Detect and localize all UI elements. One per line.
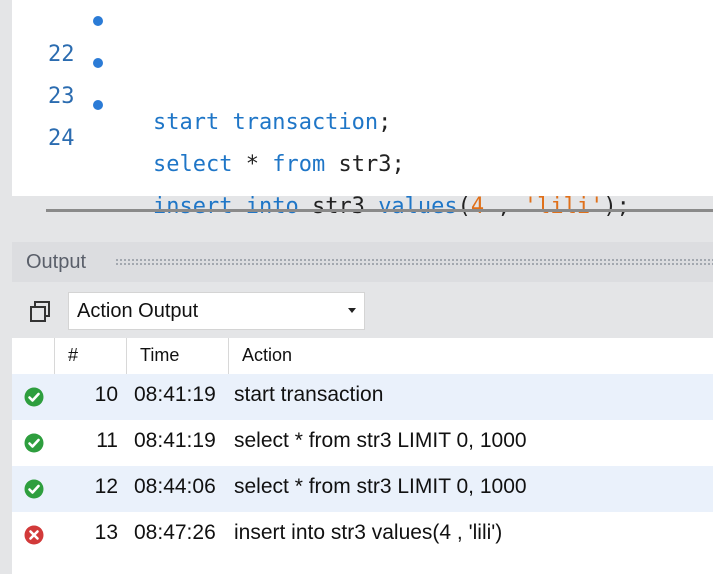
panel-splitter[interactable]: [46, 209, 713, 212]
dot-icon[interactable]: [93, 100, 103, 110]
code-token: select: [153, 152, 233, 177]
code-token: (: [457, 194, 471, 219]
x-circle-icon: [24, 525, 44, 545]
dot-icon[interactable]: [93, 58, 103, 68]
check-circle-icon: [24, 433, 44, 453]
drag-grip[interactable]: [115, 258, 713, 266]
code-line[interactable]: 23 select * from str3;: [12, 46, 713, 177]
code-token: ,: [484, 194, 524, 219]
grid-header: # Time Action: [12, 338, 713, 375]
column-header-number[interactable]: #: [68, 345, 78, 366]
row-number: 12: [94, 475, 118, 498]
code-line[interactable]: 24 insert into str3 values(4 , 'lili');: [12, 88, 713, 219]
table-row[interactable]: 11 08:41:19 select * from str3 LIMIT 0, …: [12, 420, 713, 466]
chevron-down-icon[interactable]: [345, 303, 359, 317]
code-token: *: [232, 152, 273, 177]
row-time: 08:41:19: [134, 429, 216, 452]
code-token: );: [603, 194, 630, 219]
column-header-time[interactable]: Time: [140, 345, 179, 366]
output-type-select[interactable]: Action Output: [68, 292, 365, 330]
output-type-value: Action Output: [77, 300, 199, 322]
check-circle-icon: [24, 387, 44, 407]
table-row[interactable]: 13 08:47:26 insert into str3 values(4 , …: [12, 512, 713, 558]
action-output-grid: # Time Action 10 08:41:19 start transact…: [12, 338, 713, 574]
row-action: select * from str3 LIMIT 0, 1000: [234, 475, 527, 498]
code-token: from: [272, 152, 326, 177]
code-token: 'lili': [523, 194, 604, 219]
copy-icon[interactable]: [28, 300, 52, 324]
dot-icon[interactable]: [93, 16, 103, 26]
code-token: 4: [470, 194, 485, 219]
code-text: select * from str3;: [153, 148, 405, 182]
code-token: str3;: [325, 152, 405, 177]
column-divider[interactable]: [228, 338, 229, 374]
row-action: select * from str3 LIMIT 0, 1000: [234, 429, 527, 452]
code-line[interactable]: 22 start transaction;: [12, 4, 713, 135]
row-action: insert into str3 values(4 , 'lili'): [234, 521, 503, 544]
column-header-action[interactable]: Action: [242, 345, 292, 366]
output-panel-header: Output: [12, 242, 713, 282]
row-time: 08:44:06: [134, 475, 216, 498]
line-number: 24: [48, 126, 75, 151]
table-row[interactable]: 10 08:41:19 start transaction: [12, 374, 713, 420]
code-token: str3: [298, 194, 379, 219]
row-number: 10: [94, 383, 118, 406]
code-token: values: [378, 194, 458, 219]
row-time: 08:47:26: [134, 521, 216, 544]
column-divider[interactable]: [126, 338, 127, 374]
table-row[interactable]: 12 08:44:06 select * from str3 LIMIT 0, …: [12, 466, 713, 512]
check-circle-icon: [24, 479, 44, 499]
output-toolbar: Action Output: [12, 282, 713, 338]
row-number: 13: [94, 521, 118, 544]
row-number: 11: [96, 429, 118, 452]
code-token: insert into: [153, 194, 299, 219]
row-action: start transaction: [234, 383, 384, 406]
sql-editor[interactable]: 22 start transaction; 23 select * from s…: [12, 0, 713, 219]
output-title: Output: [26, 251, 87, 273]
code-text: insert into str3 values(4 , 'lili');: [153, 190, 630, 224]
row-time: 08:41:19: [134, 383, 216, 406]
column-divider[interactable]: [54, 338, 55, 374]
